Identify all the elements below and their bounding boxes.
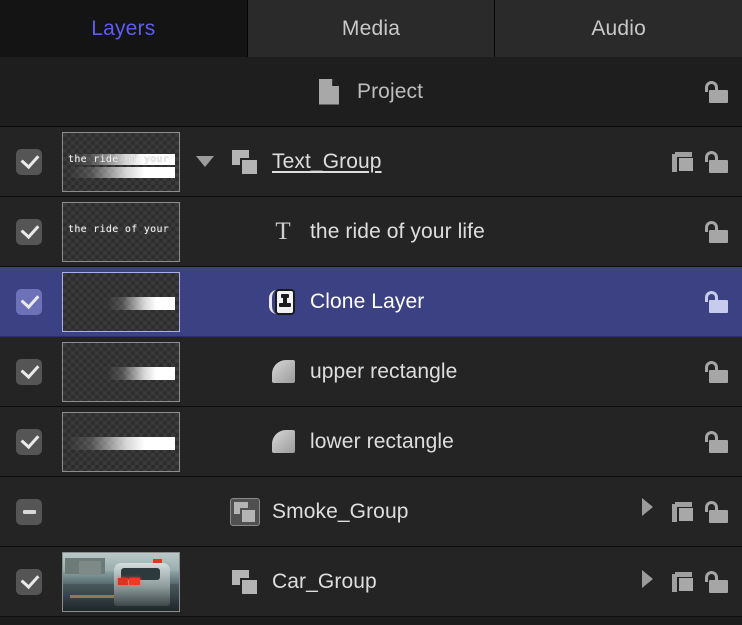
- visibility-checkbox-cell: [0, 359, 58, 385]
- layer-thumbnail: [62, 272, 180, 332]
- unlock-icon[interactable]: [704, 500, 728, 524]
- layer-row-clone-layer[interactable]: Clone Layer: [0, 267, 742, 337]
- visibility-checkbox[interactable]: [16, 289, 42, 315]
- tab-audio[interactable]: Audio: [495, 0, 742, 57]
- row-controls: [642, 127, 742, 196]
- tab-layers[interactable]: Layers: [0, 0, 248, 57]
- unlock-icon[interactable]: [704, 80, 728, 104]
- shape-icon: [264, 430, 302, 453]
- layer-row-upper-rectangle[interactable]: upper rectangle: [0, 337, 742, 407]
- thumbnail-cell: [58, 412, 184, 472]
- thumbnail-cell: [58, 552, 184, 612]
- unlock-icon[interactable]: [704, 220, 728, 244]
- visibility-checkbox[interactable]: [16, 429, 42, 455]
- layer-name-label[interactable]: Smoke_Group: [264, 500, 409, 524]
- layer-row-smoke-group[interactable]: Smoke_Group: [0, 477, 742, 547]
- group-collapse-icon[interactable]: [672, 152, 694, 172]
- row-controls: [642, 547, 742, 616]
- layer-thumbnail: [62, 342, 180, 402]
- disclosure-triangle[interactable]: [184, 156, 226, 167]
- layer-thumbnail: [62, 412, 180, 472]
- row-controls: [642, 197, 742, 266]
- thumbnail-cell: the ride of your life: [58, 202, 184, 262]
- tab-audio-label: Audio: [591, 17, 646, 41]
- unlock-icon[interactable]: [704, 570, 728, 594]
- layer-name-label[interactable]: upper rectangle: [302, 360, 457, 384]
- row-controls: [642, 407, 742, 476]
- layer-row-car-group[interactable]: Car_Group: [0, 547, 742, 617]
- shape-icon: [264, 360, 302, 383]
- visibility-checkbox[interactable]: [16, 219, 42, 245]
- visibility-checkbox[interactable]: [16, 359, 42, 385]
- layer-thumbnail: the ride of your life: [62, 132, 180, 192]
- thumbnail-cell: the ride of your life: [58, 132, 184, 192]
- unlock-icon[interactable]: [704, 150, 728, 174]
- clone-stamp-icon: [264, 288, 302, 316]
- row-controls: [642, 267, 742, 336]
- thumbnail-cell: [58, 482, 184, 542]
- visibility-checkbox-cell: [0, 219, 58, 245]
- visibility-checkbox-indeterminate[interactable]: [16, 499, 42, 525]
- visibility-checkbox-cell: [0, 429, 58, 455]
- layers-panel: Layers Media Audio Project: [0, 0, 742, 625]
- visibility-checkbox-cell: [0, 569, 58, 595]
- text-t-icon: T: [264, 219, 302, 244]
- layer-row-text[interactable]: the ride of your life T the ride of your…: [0, 197, 742, 267]
- thumbnail-cell: [58, 342, 184, 402]
- layer-row-project[interactable]: Project: [0, 57, 742, 127]
- project-row-controls: [642, 57, 742, 126]
- layer-list: Project the ride of your life: [0, 57, 742, 625]
- group-icon: [226, 498, 264, 526]
- panel-tab-bar: Layers Media Audio: [0, 0, 742, 57]
- layer-name-label[interactable]: Car_Group: [264, 570, 377, 594]
- layer-name-label[interactable]: lower rectangle: [302, 430, 454, 454]
- photo-thumbnail: [63, 553, 179, 611]
- visibility-checkbox-cell: [0, 499, 58, 525]
- tab-layers-label: Layers: [91, 17, 155, 41]
- project-label: Project: [349, 80, 423, 104]
- row-controls: [642, 477, 742, 546]
- layer-thumbnail-empty: [62, 482, 180, 542]
- unlock-icon[interactable]: [704, 430, 728, 454]
- group-collapse-icon[interactable]: [672, 572, 694, 592]
- document-icon: [319, 79, 339, 105]
- thumbnail-cell: [58, 272, 184, 332]
- group-icon: [226, 570, 264, 594]
- unlock-icon[interactable]: [704, 360, 728, 384]
- layer-row-text-group[interactable]: the ride of your life Text_Group: [0, 127, 742, 197]
- tab-media[interactable]: Media: [248, 0, 496, 57]
- visibility-checkbox-cell: [0, 289, 58, 315]
- thumbnail-text: the ride of your life: [68, 224, 174, 239]
- layer-name-label[interactable]: Text_Group: [264, 150, 382, 174]
- layer-thumbnail: the ride of your life: [62, 202, 180, 262]
- row-controls: [642, 337, 742, 406]
- layer-name-label[interactable]: Clone Layer: [302, 290, 424, 314]
- group-collapse-icon[interactable]: [672, 502, 694, 522]
- project-title-cluster: Project: [0, 79, 742, 105]
- tab-media-label: Media: [342, 17, 400, 41]
- layer-row-lower-rectangle[interactable]: lower rectangle: [0, 407, 742, 477]
- visibility-checkbox[interactable]: [16, 149, 42, 175]
- layer-thumbnail: [62, 552, 180, 612]
- visibility-checkbox-cell: [0, 149, 58, 175]
- unlock-icon[interactable]: [704, 290, 728, 314]
- layer-name-label[interactable]: the ride of your life: [302, 220, 485, 244]
- visibility-checkbox[interactable]: [16, 569, 42, 595]
- group-icon: [226, 150, 264, 174]
